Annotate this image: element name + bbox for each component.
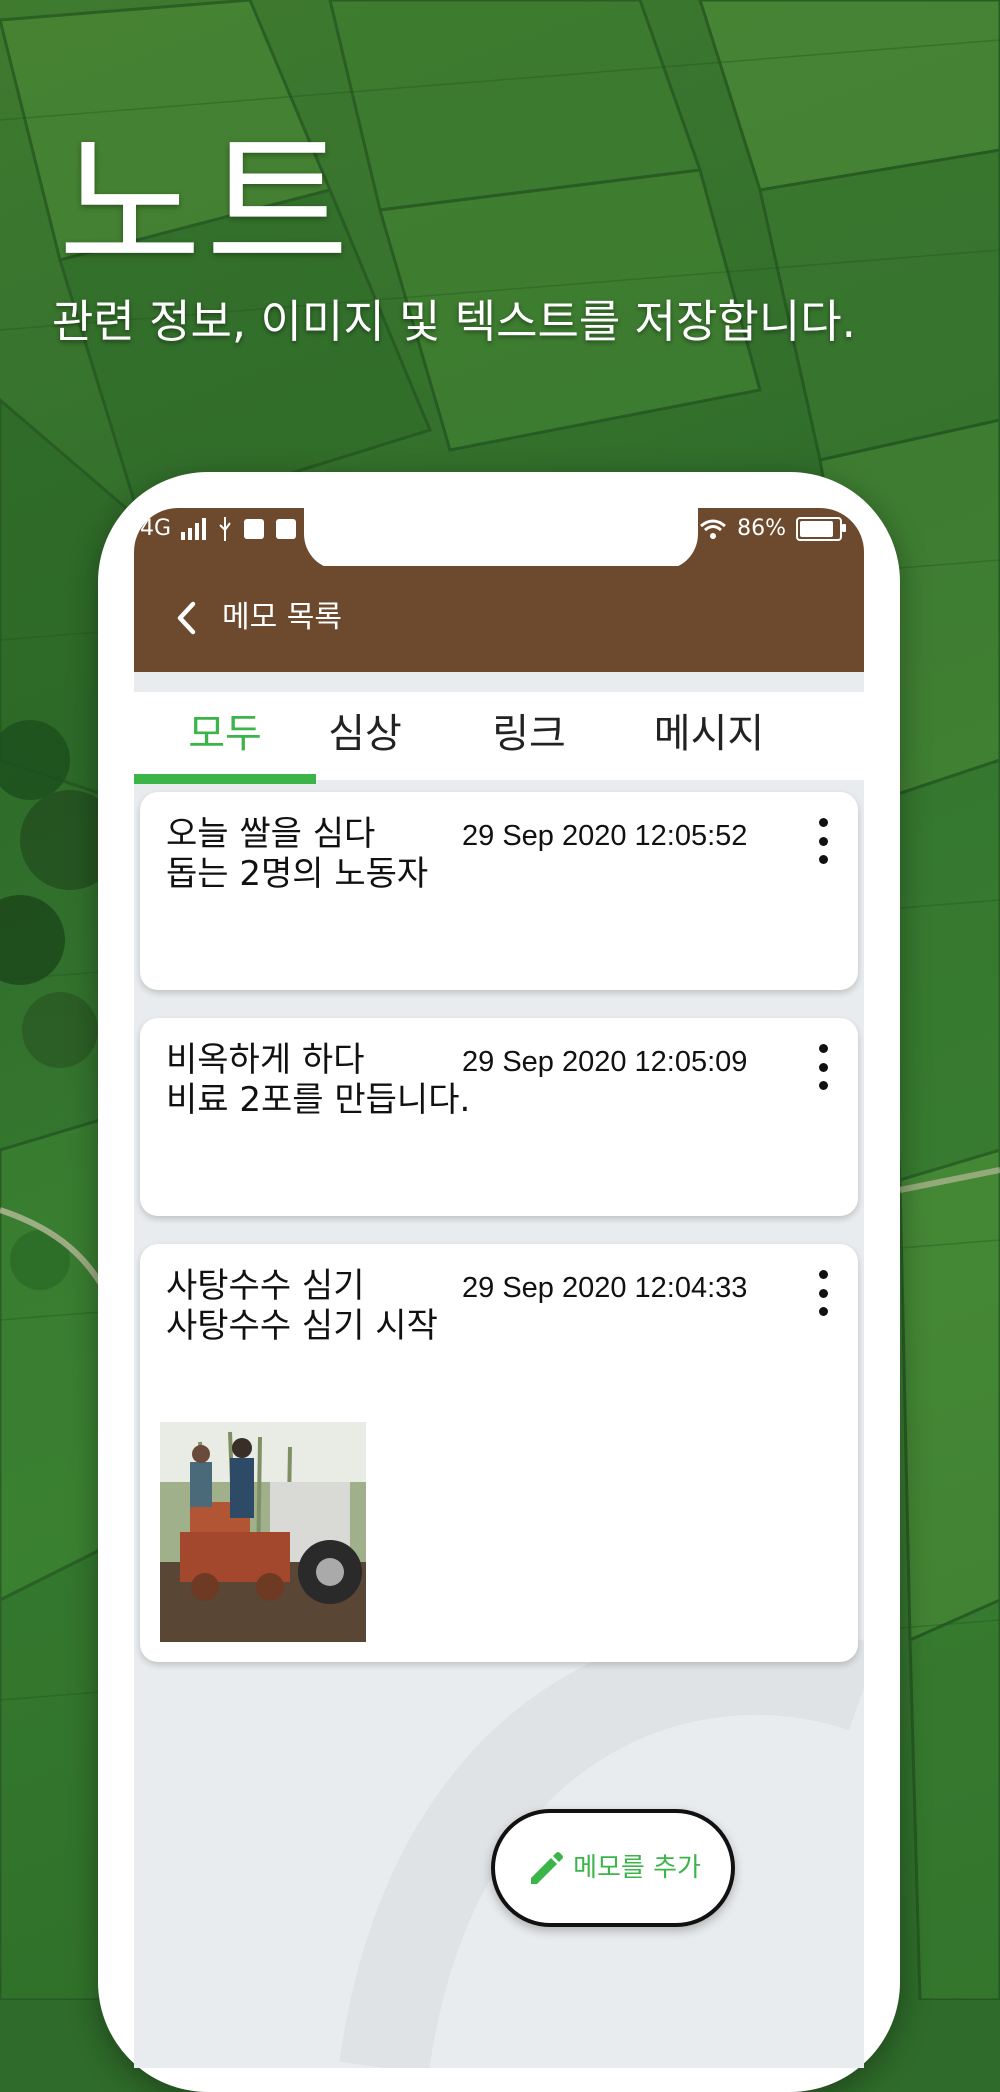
usb-icon: [219, 516, 231, 541]
tab-active-indicator: [134, 774, 316, 784]
pencil-icon: [531, 1852, 564, 1884]
phone-screen: 4G 86% 메모 목록 모두 심상 링크 메시지 오늘 쌀을 심다 돕는 2명…: [134, 508, 864, 2068]
note-title: 사탕수수 심기: [166, 1266, 365, 1306]
signal-icon: [181, 517, 207, 540]
tab-bar: 모두 심상 링크 메시지: [134, 692, 864, 784]
phone-notch: [304, 508, 698, 570]
more-options-button[interactable]: [808, 1044, 838, 1090]
tab-links[interactable]: 링크: [438, 692, 620, 780]
note-card[interactable]: 비옥하게 하다 비료 2포를 만듭니다. 29 Sep 2020 12:05:0…: [140, 1018, 858, 1216]
battery-level: [800, 520, 833, 537]
kebab-menu-icon: [818, 1270, 828, 1279]
more-options-button[interactable]: [808, 818, 838, 864]
back-button[interactable]: [164, 596, 208, 640]
hero-title: 노트: [58, 114, 354, 296]
note-card[interactable]: 오늘 쌀을 심다 돕는 2명의 노동자 29 Sep 2020 12:05:52: [140, 792, 858, 990]
bell-off-icon: [673, 521, 686, 534]
note-date: 29 Sep 2020 12:05:52: [462, 820, 748, 852]
note-image-thumbnail[interactable]: [160, 1422, 366, 1642]
status-right-group: 86%: [669, 516, 846, 541]
note-title: 오늘 쌀을 심다: [166, 814, 376, 854]
hero-subtitle: 관련 정보, 이미지 및 텍스트를 저장합니다.: [52, 295, 856, 348]
status-left-group: 4G: [140, 516, 297, 541]
note-title: 비옥하게 하다: [166, 1040, 365, 1080]
note-date: 29 Sep 2020 12:05:09: [462, 1046, 748, 1078]
add-note-button[interactable]: 메모를 추가: [491, 1809, 735, 1927]
add-note-label: 메모를 추가: [573, 1853, 701, 1883]
note-body: 돕는 2명의 노동자: [166, 854, 429, 894]
note-card[interactable]: 사탕수수 심기 사탕수수 심기 시작 29 Sep 2020 12:04:33: [140, 1244, 858, 1662]
tab-messages[interactable]: 메시지: [618, 692, 800, 780]
battery-percent: 86%: [737, 516, 786, 541]
more-options-button[interactable]: [808, 1270, 838, 1316]
chevron-left-icon: [177, 601, 196, 635]
kebab-menu-icon: [818, 1044, 828, 1053]
tab-images[interactable]: 심상: [274, 692, 456, 780]
app-notification-icon: [244, 518, 265, 539]
facebook-icon: [276, 518, 297, 539]
network-type: 4G: [140, 516, 172, 541]
battery-icon: [796, 516, 846, 541]
app-bar-title: 메모 목록: [222, 600, 342, 635]
note-body: 비료 2포를 만듭니다.: [166, 1080, 471, 1120]
app-bar: 메모 목록: [134, 566, 864, 672]
wifi-icon: [700, 519, 727, 539]
status-bar: 4G 86%: [134, 508, 864, 570]
note-body: 사탕수수 심기 시작: [166, 1306, 438, 1346]
note-date: 29 Sep 2020 12:04:33: [462, 1272, 748, 1304]
kebab-menu-icon: [818, 818, 828, 827]
